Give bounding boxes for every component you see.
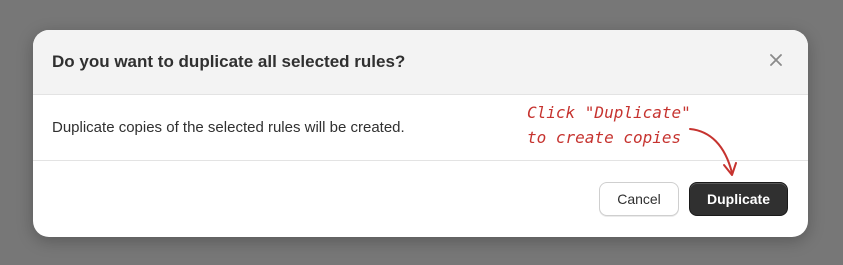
close-button[interactable] xyxy=(764,50,788,74)
cancel-button[interactable]: Cancel xyxy=(599,182,679,216)
annotation-arrow-icon xyxy=(689,128,737,176)
close-icon xyxy=(770,53,782,71)
annotation-line-2: to create copies xyxy=(527,128,682,147)
annotation-line-1: Click "Duplicate" xyxy=(527,103,691,122)
duplicate-button[interactable]: Duplicate xyxy=(689,182,788,216)
tutorial-annotation: Click "Duplicate" to create copies xyxy=(527,100,691,150)
dialog-message: Duplicate copies of the selected rules w… xyxy=(52,119,405,136)
dialog-title: Do you want to duplicate all selected ru… xyxy=(52,52,406,71)
dialog-header: Do you want to duplicate all selected ru… xyxy=(33,30,808,95)
